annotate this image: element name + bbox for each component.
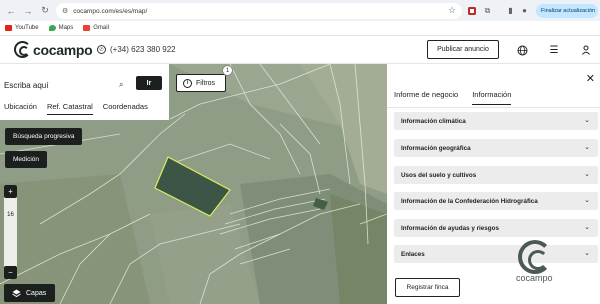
side-panel-icon[interactable]: ▮ — [505, 5, 516, 16]
reload-icon[interactable]: ↻ — [39, 5, 51, 17]
section-title: Información geográfica — [401, 144, 471, 152]
chevron-down-icon: ⌄ — [584, 250, 590, 257]
section-title: Información de ayudas y riesgos — [401, 224, 499, 232]
layers-icon — [12, 289, 21, 297]
measure-button[interactable]: Medición — [5, 151, 48, 168]
zoom-control: + 16 − — [4, 185, 17, 279]
section-title: Información climática — [401, 117, 466, 125]
bookmark-gmail[interactable]: Gmail — [83, 25, 109, 31]
cocampo-logo[interactable]: cocampo — [14, 41, 93, 58]
search-panel: ⌕ Ir Ubicación Ref. Catastral Coordenada… — [0, 64, 169, 120]
bookmark-maps[interactable]: Maps — [48, 25, 74, 31]
logo-text: cocampo — [33, 41, 93, 58]
info-panel: ✕ Informe de negocio Información Informa… — [387, 64, 600, 304]
section-links[interactable]: Enlaces ⌄ — [394, 245, 598, 263]
publish-ad-button[interactable]: Publicar anuncio — [427, 40, 499, 59]
extension-icon[interactable] — [466, 5, 477, 16]
filter-icon: i — [183, 78, 192, 88]
section-hydrographic[interactable]: Información de la Confederación Hidrográ… — [394, 192, 598, 210]
menu-icon[interactable]: ☰ — [548, 44, 560, 56]
zoom-in-button[interactable]: + — [4, 185, 17, 198]
filters-label: Filtros — [196, 79, 216, 87]
user-icon[interactable] — [580, 44, 592, 56]
site-header: cocampo ✆ (+34) 623 380 922 Publicar anu… — [0, 36, 600, 64]
site-info-icon[interactable]: ⚙ — [62, 7, 68, 15]
go-button[interactable]: Ir — [136, 76, 162, 90]
close-icon[interactable]: ✕ — [586, 72, 595, 85]
bookmark-label: YouTube — [15, 25, 39, 31]
chevron-down-icon: ⌄ — [584, 224, 590, 231]
divider — [387, 107, 600, 108]
bookmarks-bar: YouTube Maps Gmail — [0, 21, 600, 36]
update-browser-button[interactable]: Finalizar actualización — [536, 4, 598, 18]
phone-number: (+34) 623 380 922 — [110, 45, 176, 54]
progressive-search-button[interactable]: Búsqueda progresiva — [5, 128, 83, 145]
bookmark-star-icon[interactable]: ☆ — [448, 5, 456, 16]
forward-icon[interactable]: → — [22, 5, 34, 17]
search-tabs: Ubicación Ref. Catastral Coordenadas — [4, 102, 148, 115]
watermark-text: cocampo — [516, 273, 553, 283]
tab-cadastral-ref[interactable]: Ref. Catastral — [46, 102, 93, 115]
zoom-out-button[interactable]: − — [4, 266, 17, 279]
chevron-down-icon: ⌄ — [584, 171, 590, 178]
bookmark-youtube[interactable]: YouTube — [5, 25, 39, 31]
maps-icon — [48, 25, 56, 31]
bookmark-label: Gmail — [93, 25, 109, 31]
layers-label: Capas — [26, 289, 47, 297]
phone-icon: ✆ — [97, 45, 106, 54]
tab-coordinates[interactable]: Coordenadas — [103, 102, 148, 115]
section-title: Enlaces — [401, 250, 425, 258]
youtube-icon — [5, 25, 12, 31]
info-panel-tabs: Informe de negocio Información — [394, 90, 512, 105]
search-box[interactable]: ⌕ — [4, 76, 136, 94]
chevron-down-icon: ⌄ — [584, 197, 590, 204]
section-title: Información de la Confederación Hidrográ… — [401, 197, 538, 205]
search-icon[interactable]: ⌕ — [119, 80, 123, 90]
section-geographic[interactable]: Información geográfica ⌄ — [394, 139, 598, 157]
back-icon[interactable]: ← — [5, 5, 17, 17]
phone-contact[interactable]: ✆ (+34) 623 380 922 — [97, 45, 176, 54]
section-title: Usos del suelo y cultivos — [401, 171, 477, 179]
address-bar[interactable]: ⚙ cocampo.com/es/es/map/ ☆ — [56, 3, 462, 19]
filters-button[interactable]: i Filtros — [176, 74, 226, 92]
bookmark-label: Maps — [58, 25, 74, 31]
chevron-down-icon: ⌄ — [584, 117, 590, 124]
globe-icon[interactable] — [516, 44, 528, 56]
section-land-use[interactable]: Usos del suelo y cultivos ⌄ — [394, 166, 598, 184]
section-climate[interactable]: Información climática ⌄ — [394, 112, 598, 130]
gmail-icon — [83, 25, 91, 31]
tab-information[interactable]: Información — [472, 90, 512, 105]
search-input[interactable] — [4, 80, 119, 90]
browser-toolbar: ← → ↻ ⚙ cocampo.com/es/es/map/ ☆ ⧉ ▮ ● F… — [0, 0, 600, 21]
chevron-down-icon: ⌄ — [584, 144, 590, 151]
zoom-level: 16 — [7, 212, 14, 218]
url-text: cocampo.com/es/es/map/ — [73, 7, 148, 15]
extensions-puzzle-icon[interactable]: ⧉ — [482, 5, 493, 16]
section-aid-risks[interactable]: Información de ayudas y riesgos ⌄ — [394, 219, 598, 237]
watermark-logo-icon — [518, 240, 552, 274]
logo-icon — [14, 41, 31, 58]
tab-business-report[interactable]: Informe de negocio — [394, 90, 458, 105]
register-farm-button[interactable]: Registrar finca — [395, 278, 460, 297]
profile-icon[interactable]: ● — [519, 5, 530, 16]
tab-location[interactable]: Ubicación — [4, 102, 37, 115]
filters-count-badge: 1 — [222, 65, 233, 76]
layers-button[interactable]: Capas — [4, 284, 55, 302]
